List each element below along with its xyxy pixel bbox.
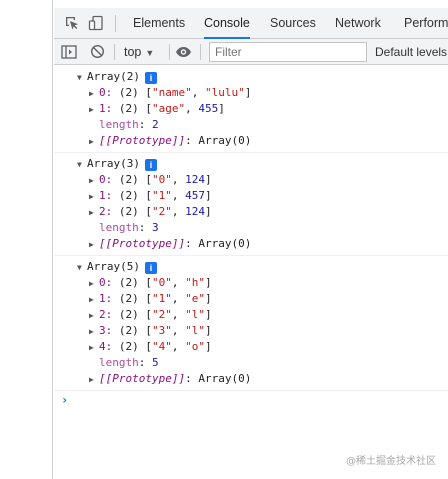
tab-console[interactable]: Console [204, 8, 250, 39]
tab-elements[interactable]: Elements [133, 8, 185, 39]
expand-arrow-icon[interactable]: ▶ [89, 86, 99, 102]
expand-arrow-icon[interactable]: ▶ [89, 237, 99, 253]
expand-arrow-icon[interactable]: ▶ [89, 292, 99, 308]
array-entry[interactable]: ▶ 0: (2) ["0", 124] [54, 172, 448, 188]
tab-network[interactable]: Network [335, 8, 381, 39]
expand-arrow-icon[interactable]: ▶ [89, 173, 99, 189]
prompt-chevron-icon: › [61, 393, 69, 407]
array-summary: Array(3) [87, 157, 140, 170]
array-entry[interactable]: ▶ 0: (2) ["0", "h"] [54, 275, 448, 291]
array-length: length: 2 [99, 118, 159, 131]
expand-arrow-icon[interactable]: ▶ [89, 340, 99, 356]
array-summary: Array(2) [87, 70, 140, 83]
array-length: length: 5 [99, 356, 159, 369]
array-prototype[interactable]: ▶ [[Prototype]]: Array(0) [54, 371, 448, 387]
toolbar-separator [200, 44, 201, 60]
page-left-gutter [0, 0, 53, 479]
info-icon[interactable]: i [144, 262, 157, 274]
console-toolbar: top▼ Default levels [54, 39, 448, 65]
watermark: @稀土掘金技术社区 [346, 456, 436, 467]
expand-arrow-icon[interactable]: ▶ [89, 276, 99, 292]
sidebar-toggle-icon[interactable] [60, 43, 77, 60]
info-icon[interactable]: i [144, 72, 157, 84]
array-entry[interactable]: ▶ 1: (2) ["1", "e"] [54, 291, 448, 307]
clear-console-icon[interactable] [89, 43, 106, 60]
array-entry[interactable]: ▶ 3: (2) ["3", "l"] [54, 323, 448, 339]
expand-arrow-icon[interactable]: ▶ [89, 372, 99, 388]
array-entry[interactable]: ▶ 2: (2) ["2", 124] [54, 204, 448, 220]
array-entry[interactable]: ▶ 1: (2) ["age", 455] [54, 101, 448, 117]
console-message: ▼ Array(5) i ▶ 0: (2) ["0", "h"] ▶ 1: (2) ["… [54, 256, 448, 391]
console-message: ▼ Array(3) i ▶ 0: (2) ["0", 124] ▶ 1: (2) ["… [54, 153, 448, 256]
eye-icon[interactable] [175, 43, 192, 60]
array-summary: Array(5) [87, 260, 140, 273]
device-toggle-icon[interactable] [87, 14, 105, 32]
caret-down-icon: ▼ [145, 48, 155, 58]
tab-performance[interactable]: Perform [404, 8, 448, 39]
collapse-arrow-icon[interactable]: ▼ [77, 260, 87, 276]
expand-arrow-icon[interactable]: ▶ [89, 324, 99, 340]
array-header[interactable]: ▼ Array(2) i [54, 69, 448, 85]
expand-arrow-icon[interactable]: ▶ [89, 308, 99, 324]
array-header[interactable]: ▼ Array(3) i [54, 156, 448, 172]
array-prototype[interactable]: ▶ [[Prototype]]: Array(0) [54, 133, 448, 149]
expand-arrow-icon[interactable]: ▶ [89, 134, 99, 150]
collapse-arrow-icon[interactable]: ▼ [77, 70, 87, 86]
array-entry[interactable]: ▶ 0: (2) ["name", "lulu"] [54, 85, 448, 101]
toolbar-separator [169, 44, 170, 60]
expand-arrow-icon[interactable]: ▶ [89, 205, 99, 221]
collapse-arrow-icon[interactable]: ▼ [77, 157, 87, 173]
toolbar-separator [114, 44, 115, 60]
array-entry[interactable]: ▶ 2: (2) ["2", "l"] [54, 307, 448, 323]
tabbar-separator [115, 15, 116, 32]
expand-arrow-icon[interactable]: ▶ [89, 102, 99, 118]
array-header[interactable]: ▼ Array(5) i [54, 259, 448, 275]
log-levels-dropdown[interactable]: Default levels [375, 39, 447, 65]
console-prompt[interactable]: › [54, 391, 448, 409]
devtools-panel: Elements Console Sources Network Perform… [54, 0, 448, 479]
context-label: top [124, 45, 142, 59]
array-prototype[interactable]: ▶ [[Prototype]]: Array(0) [54, 236, 448, 252]
tab-sources[interactable]: Sources [270, 8, 316, 39]
console-output: ▼ Array(2) i ▶ 0: (2) ["name", "lulu"] ▶ 1: … [54, 66, 448, 479]
array-length: length: 3 [99, 221, 159, 234]
array-entry[interactable]: ▶ 1: (2) ["1", 457] [54, 188, 448, 204]
console-message: ▼ Array(2) i ▶ 0: (2) ["name", "lulu"] ▶ 1: … [54, 66, 448, 153]
filter-input[interactable] [209, 42, 367, 62]
context-selector[interactable]: top ▼ [124, 39, 154, 65]
array-entry[interactable]: ▶ 4: (2) ["4", "o"] [54, 339, 448, 355]
expand-arrow-icon[interactable]: ▶ [89, 189, 99, 205]
inspect-icon[interactable] [63, 14, 81, 32]
devtools-tabbar: Elements Console Sources Network Perform [54, 8, 448, 39]
info-icon[interactable]: i [144, 159, 157, 171]
